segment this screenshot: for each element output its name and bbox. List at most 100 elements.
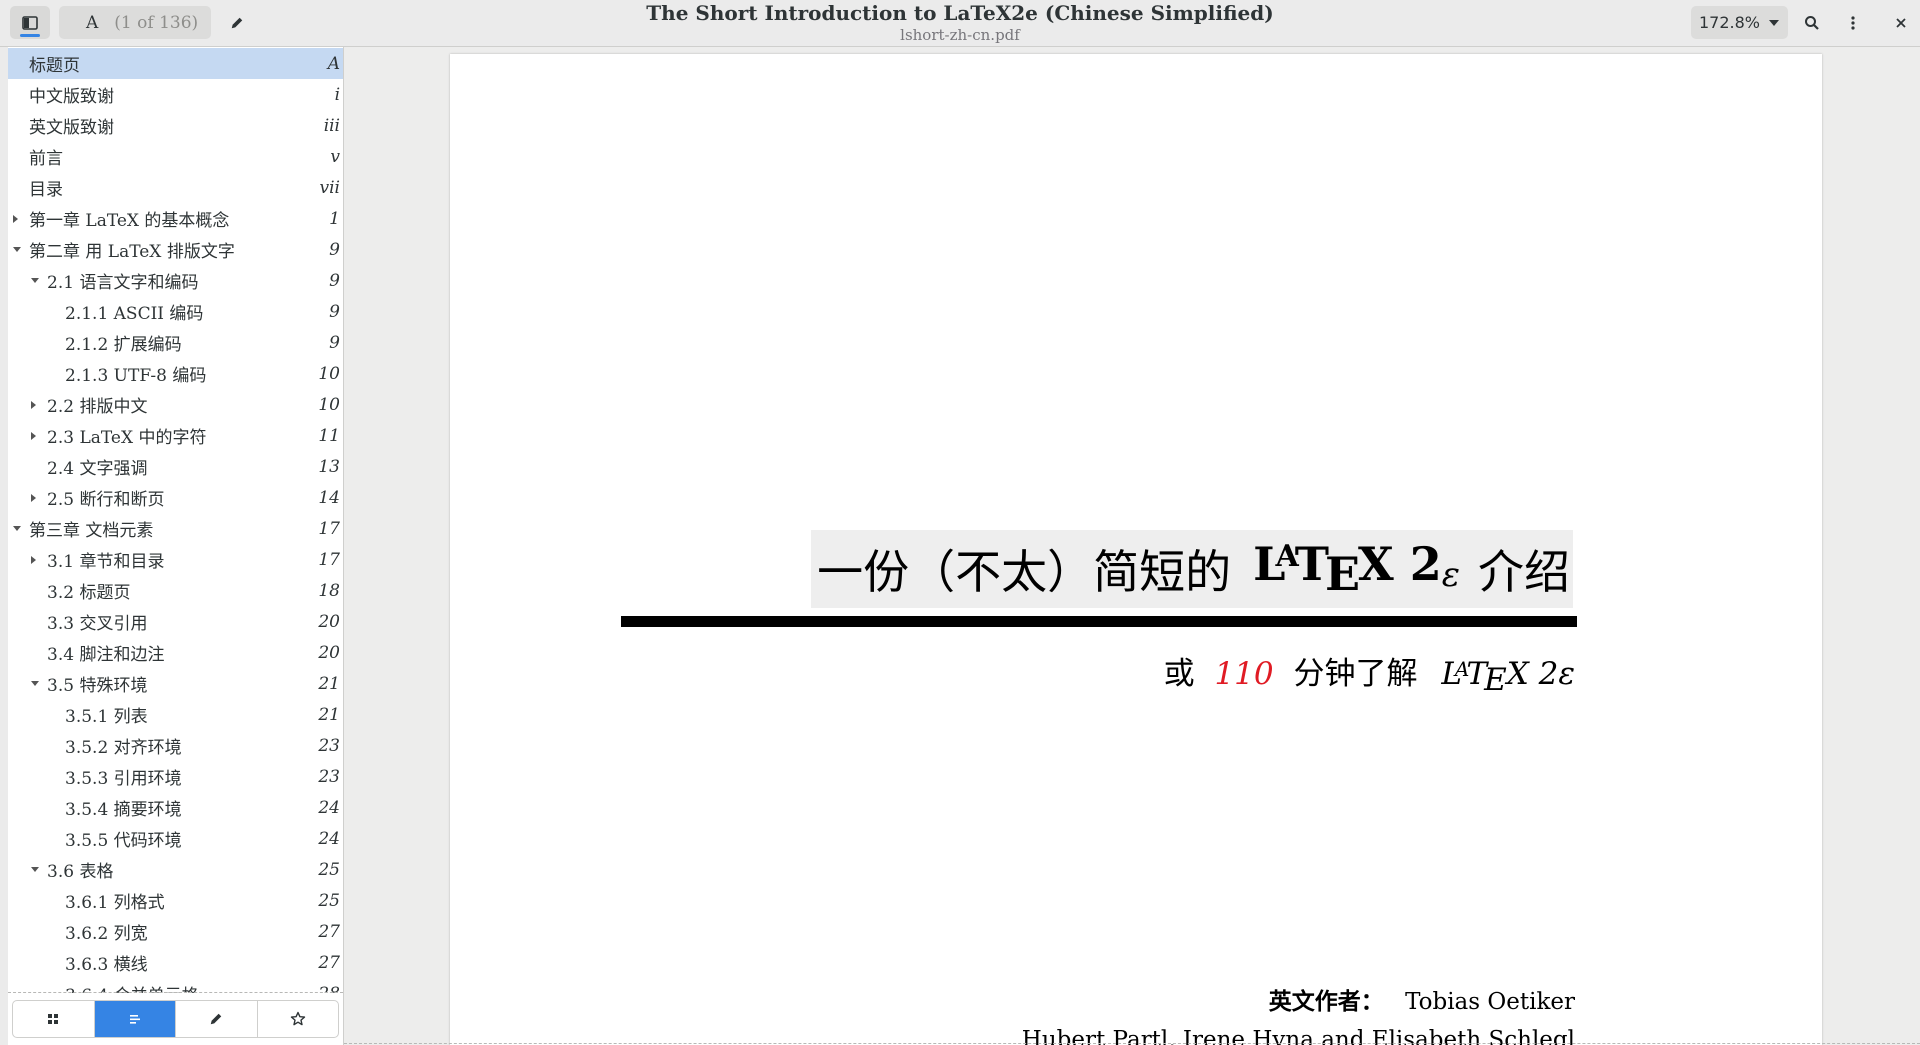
outline-row-label: 第三章 文档元素 bbox=[29, 521, 154, 541]
subtitle-pre: 或 bbox=[1163, 656, 1195, 692]
outline-row-label: 2.2 排版中文 bbox=[47, 397, 148, 417]
zoom-selector[interactable]: 172.8% bbox=[1691, 6, 1788, 39]
outline-row[interactable]: 2.1.1 ASCII 编码 9 bbox=[8, 296, 343, 327]
outline-row[interactable]: 英文版致谢 iii bbox=[8, 110, 343, 141]
outline-row[interactable]: 2.1.3 UTF-8 编码 10 bbox=[8, 358, 343, 389]
outline-row-label: 中文版致谢 bbox=[29, 87, 114, 107]
outline-row-label: 2.4 文字强调 bbox=[47, 459, 148, 479]
outline-row[interactable]: 3.3 交叉引用 20 bbox=[8, 606, 343, 637]
outline-row[interactable]: 3.5.4 摘要环境 24 bbox=[8, 792, 343, 823]
outline-row[interactable]: 第三章 文档元素 17 bbox=[8, 513, 343, 544]
outline-row-label: 2.5 断行和断页 bbox=[47, 490, 165, 510]
outline-row[interactable]: 中文版致谢 i bbox=[8, 79, 343, 110]
outline-row[interactable]: 3.5.5 代码环境 24 bbox=[8, 823, 343, 854]
outline-row-page: A bbox=[327, 53, 340, 74]
outline-row-page: iii bbox=[323, 115, 340, 136]
outline-row-label: 3.5 特殊环境 bbox=[47, 676, 148, 696]
sidebar-toggle-icon bbox=[22, 15, 38, 30]
outline-row-page: 10 bbox=[318, 394, 340, 415]
outline-row-label: 英文版致谢 bbox=[29, 118, 114, 138]
expander-closed-icon[interactable] bbox=[31, 493, 36, 502]
expander-closed-icon[interactable] bbox=[31, 400, 36, 409]
outline-row[interactable]: 3.6.3 横线 27 bbox=[8, 947, 343, 978]
outline-row[interactable]: 目录 vii bbox=[8, 172, 343, 203]
outline-row[interactable]: 3.5.3 引用环境 23 bbox=[8, 761, 343, 792]
title-rule bbox=[621, 616, 1577, 627]
outline-row[interactable]: 3.5 特殊环境 21 bbox=[8, 668, 343, 699]
outline-row-label: 3.3 交叉引用 bbox=[47, 614, 148, 634]
outline-row-label: 3.6.2 列宽 bbox=[65, 924, 148, 944]
outline-row-page: 13 bbox=[318, 456, 340, 477]
expander-closed-icon[interactable] bbox=[31, 555, 36, 564]
outline-icon bbox=[129, 1015, 140, 1024]
outline-row[interactable]: 2.3 LaTeX 中的字符 11 bbox=[8, 420, 343, 451]
expander-open-icon[interactable] bbox=[31, 278, 39, 283]
expander-closed-icon[interactable] bbox=[31, 431, 36, 440]
outline-row-page: 17 bbox=[318, 549, 340, 570]
document-outline[interactable]: 标题页 A 中文版致谢 i 英文版致谢 iii 前言 v 目录 vii 第一章 LaTeX 的基本概… bbox=[8, 48, 343, 993]
expander-open-icon[interactable] bbox=[13, 247, 21, 252]
outline-row[interactable]: 2.4 文字强调 13 bbox=[8, 451, 343, 482]
outline-row-page: 21 bbox=[318, 704, 340, 725]
outline-row[interactable]: 2.1 语言文字和编码 9 bbox=[8, 265, 343, 296]
outline-row[interactable]: 3.6 表格 25 bbox=[8, 854, 343, 885]
outline-row[interactable]: 3.6.2 列宽 27 bbox=[8, 916, 343, 947]
outline-row[interactable]: 第二章 用 LaTeX 排版文字 9 bbox=[8, 234, 343, 265]
tab-annotations[interactable] bbox=[176, 1001, 258, 1037]
tab-thumbnails[interactable] bbox=[13, 1001, 95, 1037]
outline-row[interactable]: 3.4 脚注和边注 20 bbox=[8, 637, 343, 668]
outline-row[interactable]: 3.1 章节和目录 17 bbox=[8, 544, 343, 575]
outline-row[interactable]: 3.5.1 列表 21 bbox=[8, 699, 343, 730]
tab-bookmarks[interactable] bbox=[258, 1001, 339, 1037]
sidebar-toggle-button[interactable] bbox=[10, 6, 50, 39]
main-menu-button[interactable] bbox=[1836, 6, 1869, 39]
outline-row[interactable]: 3.6.1 列格式 25 bbox=[8, 885, 343, 916]
outline-row[interactable]: 2.1.2 扩展编码 9 bbox=[8, 327, 343, 358]
outline-row[interactable]: 3.6.4 合并单元格28 bbox=[8, 978, 343, 994]
document-view[interactable]: 一份（不太）简短的 LATEX 2ε 介绍 或 110 分钟了解 LATEX 2… bbox=[344, 47, 1920, 1045]
expander-closed-icon[interactable] bbox=[13, 214, 18, 223]
expander-open-icon[interactable] bbox=[31, 867, 39, 872]
outline-row-label: 3.5.4 摘要环境 bbox=[65, 800, 182, 820]
sidebar-divider bbox=[8, 992, 343, 993]
pencil-icon bbox=[231, 17, 242, 28]
outline-row-label: 前言 bbox=[29, 149, 63, 169]
outline-row-page: 27 bbox=[318, 921, 340, 942]
bookmarks-star-icon bbox=[290, 1011, 305, 1026]
outline-row-page: 25 bbox=[318, 890, 340, 911]
latex-logo-italic: LATEX 2ε bbox=[1441, 656, 1575, 698]
outline-row-page: v bbox=[330, 146, 340, 167]
search-button[interactable] bbox=[1795, 6, 1828, 39]
outline-row-page: 14 bbox=[318, 487, 340, 508]
author-label: 英文作者： bbox=[1268, 989, 1384, 1015]
outline-row[interactable]: 标题页 A bbox=[8, 48, 343, 79]
outline-row-label: 3.5.5 代码环境 bbox=[65, 831, 182, 851]
document-filename: lshort-zh-cn.pdf bbox=[900, 26, 1020, 44]
tab-outline[interactable] bbox=[94, 1001, 176, 1037]
pdf-title-post: 介绍 bbox=[1478, 545, 1570, 599]
outline-row[interactable]: 3.2 标题页 18 bbox=[8, 575, 343, 606]
outline-row-page: 25 bbox=[318, 859, 340, 880]
sidebar-edge bbox=[0, 47, 8, 1045]
outline-row-page: 11 bbox=[318, 425, 340, 446]
outline-row[interactable]: 2.2 排版中文 10 bbox=[8, 389, 343, 420]
outline-row-label: 2.1.3 UTF-8 编码 bbox=[65, 366, 207, 386]
close-button[interactable] bbox=[1884, 6, 1917, 39]
annotate-button[interactable] bbox=[220, 6, 253, 39]
outline-row[interactable]: 2.5 断行和断页 14 bbox=[8, 482, 343, 513]
outline-row[interactable]: 3.5.2 对齐环境 23 bbox=[8, 730, 343, 761]
author-name: Tobias Oetiker bbox=[1405, 989, 1575, 1015]
pdf-title-block: 一份（不太）简短的 LATEX 2ε 介绍 bbox=[811, 530, 1573, 608]
toggle-active-indicator bbox=[20, 34, 40, 37]
header-bar: A (1 of 136) The Short Introduction to L… bbox=[0, 0, 1920, 47]
page-count-label: (1 of 136) bbox=[114, 12, 199, 33]
outline-row[interactable]: 前言 v bbox=[8, 141, 343, 172]
expander-open-icon[interactable] bbox=[13, 526, 21, 531]
outline-row-label: 3.5.2 对齐环境 bbox=[65, 738, 182, 758]
outline-row-label: 3.6.3 横线 bbox=[65, 955, 148, 975]
outline-row-page: 1 bbox=[329, 208, 340, 229]
outline-row[interactable]: 第一章 LaTeX 的基本概念 1 bbox=[8, 203, 343, 234]
expander-open-icon[interactable] bbox=[31, 681, 39, 686]
annotations-icon bbox=[211, 1013, 222, 1025]
page-number-entry[interactable]: A (1 of 136) bbox=[59, 6, 211, 39]
